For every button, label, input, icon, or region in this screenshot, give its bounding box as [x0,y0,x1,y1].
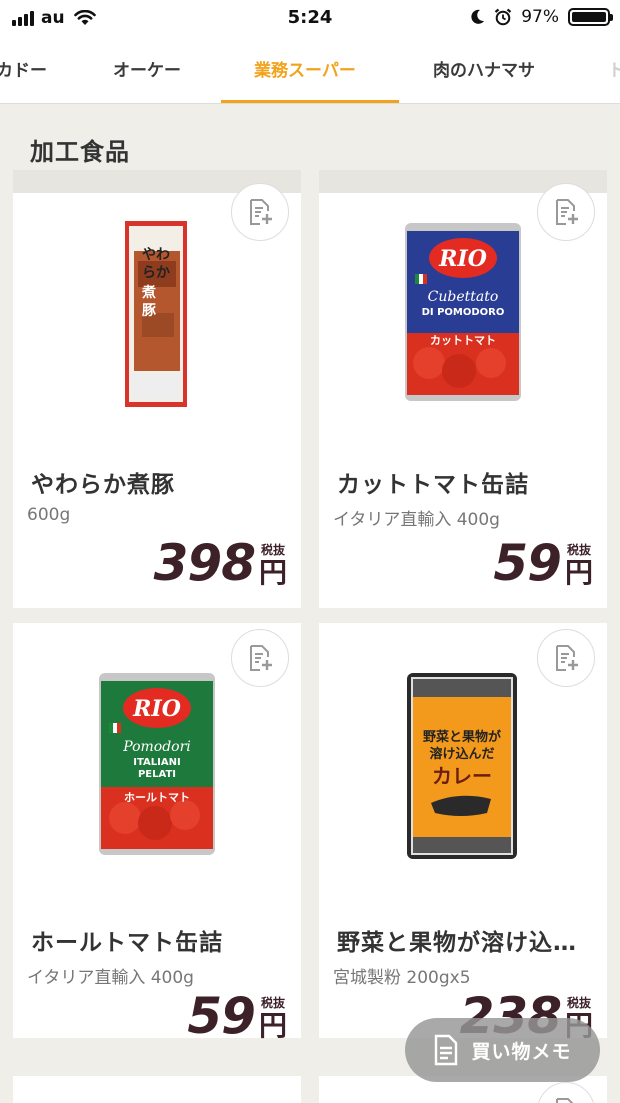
product-price: 59 税抜 円 [187,991,287,1041]
document-plus-icon [250,645,272,671]
product-price: 59 税抜 円 [493,538,593,588]
tab-next-store[interactable]: ト [608,56,620,81]
svg-text:野菜と果物が: 野菜と果物が [423,729,501,745]
add-to-memo-button[interactable] [231,183,289,241]
shopping-memo-label: 買い物メモ [471,1040,572,1063]
svg-text:RIO: RIO [438,246,487,272]
product-price: 398 税抜 円 [154,538,287,588]
add-to-memo-button[interactable] [537,629,595,687]
svg-text:カレー: カレー [432,764,492,788]
document-plus-icon [556,199,578,225]
price-value: 59 [187,987,256,1045]
svg-text:やわ: やわ [142,247,170,263]
battery-icon [568,8,613,26]
section-title: 加工食品 [30,138,130,166]
product-name: 野菜と果物が溶け込… [337,930,577,956]
tab-kadoya[interactable]: カドー [0,56,47,81]
status-bar: au 5:24 97% [0,0,620,36]
tab-hanamasa[interactable]: 肉のハナマサ [433,56,535,81]
svg-text:らか: らか [142,265,170,281]
svg-text:煮: 煮 [141,284,156,301]
product-card[interactable]: RIO Cubettato DI POMODORO カットトマト カットトマト缶… [319,183,607,608]
svg-text:豚: 豚 [142,303,157,319]
product-card[interactable]: RIO Pomodori ITALIANI PELATI ホールトマト ホールト… [13,623,301,1041]
svg-text:RIO: RIO [132,696,181,722]
product-description: 600g [27,505,71,525]
product-name: カットトマト缶詰 [337,472,529,498]
product-name: やわらか煮豚 [31,472,175,498]
tab-ok[interactable]: オーケー [113,56,181,81]
price-value: 398 [153,534,256,592]
svg-text:溶け込んだ: 溶け込んだ [429,746,494,762]
svg-text:ITALIANI: ITALIANI [133,757,180,768]
add-to-memo-button[interactable] [537,183,595,241]
price-value: 59 [493,534,562,592]
yen-label: 円 [258,1009,287,1042]
svg-text:カットトマト: カットトマト [430,334,496,347]
alarm-icon [494,8,512,26]
product-card[interactable]: やわ らか 煮 豚 やわらか煮豚 600g 398 税抜 円 [13,183,301,608]
document-icon [435,1034,458,1066]
add-to-memo-button[interactable] [231,629,289,687]
yen-label: 円 [564,556,593,589]
document-plus-icon [556,1098,574,1103]
battery-percentage: 97% [521,7,559,27]
document-plus-icon [556,645,578,671]
svg-text:Pomodori: Pomodori [122,739,191,755]
product-description: イタリア直輸入 400g [333,510,500,530]
product-name: ホールトマト缶詰 [31,930,223,956]
store-tab-bar: カドー オーケー 業務スーパー 肉のハナマサ ト [0,36,620,104]
product-card[interactable] [13,1076,301,1103]
add-to-memo-button[interactable] [537,1082,595,1103]
product-description: イタリア直輸入 400g [27,968,194,988]
svg-text:ホールトマト: ホールトマト [124,791,190,804]
yen-label: 円 [258,556,287,589]
svg-text:DI POMODORO: DI POMODORO [422,307,505,318]
svg-text:PELATI: PELATI [138,769,176,780]
product-description: 宮城製粉 200gx5 [333,968,471,988]
svg-text:Cubettato: Cubettato [428,289,499,305]
do-not-disturb-icon [471,9,485,24]
document-plus-icon [250,199,272,225]
product-card[interactable]: 野菜と果物が 溶け込んだ カレー 野菜と果物が溶け込… 宮城製粉 200gx5 … [319,623,607,1041]
active-tab-indicator [221,100,399,103]
tab-gyomu-super[interactable]: 業務スーパー [254,56,356,81]
shopping-memo-button[interactable]: 買い物メモ [405,1018,600,1082]
